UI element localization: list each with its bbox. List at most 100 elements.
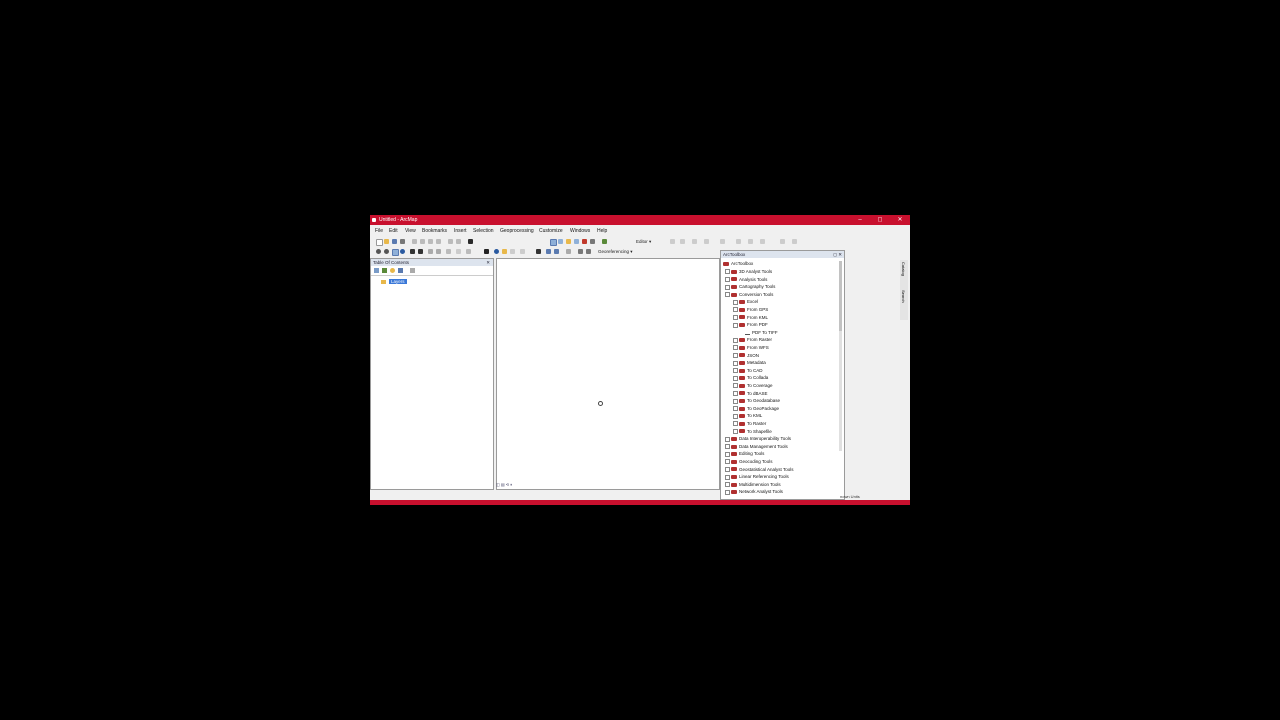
menu-windows[interactable]: Windows: [570, 228, 590, 234]
toolbox-item-toolset[interactable]: From GPS: [733, 306, 768, 313]
menu-file[interactable]: File: [375, 228, 383, 234]
menu-geoprocessing[interactable]: Geoprocessing: [500, 228, 534, 234]
map-navigation-controls[interactable]: ◫ ▤ ⟲ ⏸: [496, 482, 720, 490]
rotate-tool-icon[interactable]: [720, 239, 725, 244]
undo-icon[interactable]: [448, 239, 453, 244]
edit-tool-icon[interactable]: [670, 239, 675, 244]
expand-icon[interactable]: [733, 428, 738, 434]
select-elements-icon[interactable]: [466, 249, 471, 254]
toolbox-item-toolset[interactable]: To Raster: [733, 420, 766, 427]
clear-selection-icon[interactable]: [456, 249, 461, 254]
viewer-window-icon[interactable]: [578, 249, 583, 254]
create-features-icon[interactable]: [760, 239, 765, 244]
toolbox-item-toolbox[interactable]: Network Analyst Tools: [725, 488, 783, 495]
menu-bookmarks[interactable]: Bookmarks: [422, 228, 447, 234]
toc-window-icon[interactable]: [558, 239, 563, 244]
expand-icon[interactable]: [733, 299, 738, 305]
toolbox-item-toolbox[interactable]: Data Interoperability Tools: [725, 435, 791, 442]
menu-help[interactable]: Help: [597, 228, 607, 234]
expand-icon[interactable]: [725, 284, 730, 290]
toolbox-item-toolset[interactable]: To Collada: [733, 374, 768, 381]
title-bar[interactable]: Untitled - ArcMap – ◻ ✕: [370, 215, 910, 225]
paste-icon[interactable]: [428, 239, 433, 244]
toolbox-item-toolset[interactable]: From KML: [733, 314, 768, 321]
full-extent-icon[interactable]: [400, 249, 405, 254]
catalog-window-icon[interactable]: [566, 239, 571, 244]
arctoolbox-controls[interactable]: ◻ ✕: [833, 251, 842, 258]
html-popup-icon[interactable]: [510, 249, 515, 254]
expand-icon[interactable]: [733, 307, 738, 313]
model-builder-icon[interactable]: [602, 239, 607, 244]
toolbox-item-toolset[interactable]: To dBASE: [733, 390, 768, 397]
toolbox-item-tool[interactable]: PDF To TIFF: [741, 329, 778, 336]
toolbox-item-toolbox[interactable]: Data Management Tools: [725, 443, 788, 450]
save-icon[interactable]: [392, 239, 397, 244]
expand-icon[interactable]: [733, 314, 738, 320]
toolbox-item-toolset[interactable]: Excel: [733, 298, 758, 305]
menu-insert[interactable]: Insert: [454, 228, 467, 234]
toolbox-item-toolset[interactable]: To Shapefile: [733, 428, 772, 435]
toolbox-item-toolset[interactable]: To Geodatabase: [733, 397, 780, 404]
menu-customize[interactable]: Customize: [539, 228, 563, 234]
collapse-icon[interactable]: [733, 322, 738, 328]
split-tool-icon[interactable]: [704, 239, 709, 244]
cut-icon[interactable]: [412, 239, 417, 244]
toolbox-item-toolbox[interactable]: Conversion Tools: [725, 291, 773, 298]
expand-icon[interactable]: [733, 375, 738, 381]
expand-icon[interactable]: [733, 352, 738, 358]
redo-icon[interactable]: [456, 239, 461, 244]
georeferencing-menu[interactable]: Georeferencing ▾: [598, 249, 633, 255]
search-window-icon[interactable]: [574, 239, 579, 244]
zoom-out-icon[interactable]: [384, 249, 389, 254]
expand-icon[interactable]: [725, 459, 730, 465]
toc-options-icon[interactable]: [410, 268, 415, 273]
pan-icon[interactable]: [392, 249, 399, 256]
toc-close-button[interactable]: ✕: [486, 259, 490, 266]
expand-icon[interactable]: [733, 337, 738, 343]
close-button[interactable]: ✕: [890, 215, 910, 225]
catalog-tab[interactable]: Catalog: [901, 262, 906, 276]
expand-icon[interactable]: [733, 390, 738, 396]
find-route-icon[interactable]: [546, 249, 551, 254]
list-by-visibility-icon[interactable]: [390, 268, 395, 273]
toolbox-item-toolset[interactable]: From PDF: [733, 321, 768, 328]
list-by-drawing-order-icon[interactable]: [374, 268, 379, 273]
edit-annotation-icon[interactable]: [780, 239, 785, 244]
forward-extent-icon[interactable]: [436, 249, 441, 254]
new-document-icon[interactable]: [376, 239, 383, 246]
toolbox-item-toolset[interactable]: JSON: [733, 352, 759, 359]
toolbar-options-icon[interactable]: [792, 239, 797, 244]
identify-icon[interactable]: [494, 249, 499, 254]
list-by-source-icon[interactable]: [382, 268, 387, 273]
toolbox-item-toolset[interactable]: From Raster: [733, 336, 772, 343]
menu-selection[interactable]: Selection: [473, 228, 494, 234]
minimize-button[interactable]: –: [850, 215, 870, 225]
toolbox-item-toolbox[interactable]: Analysis Tools: [725, 276, 767, 283]
layers-data-frame[interactable]: Layers: [389, 279, 407, 284]
open-icon[interactable]: [384, 239, 389, 244]
toolbox-item-toolset[interactable]: To CAD: [733, 367, 763, 374]
toolbox-root[interactable]: ArcToolbox: [723, 260, 753, 267]
time-slider-icon[interactable]: [566, 249, 571, 254]
expand-icon[interactable]: [733, 421, 738, 427]
expand-icon[interactable]: [725, 451, 730, 457]
expand-icon[interactable]: [725, 482, 730, 488]
find-icon[interactable]: [536, 249, 541, 254]
copy-icon[interactable]: [420, 239, 425, 244]
toolbox-item-toolset[interactable]: To GeoPackage: [733, 405, 779, 412]
measure-icon[interactable]: [520, 249, 525, 254]
expand-icon[interactable]: [725, 474, 730, 480]
expand-icon[interactable]: [733, 368, 738, 374]
toolbox-item-toolbox[interactable]: Geocoding Tools: [725, 458, 772, 465]
expand-icon[interactable]: [733, 345, 738, 351]
toolbox-item-toolbox[interactable]: Geostatistical Analyst Tools: [725, 466, 793, 473]
zoom-in-icon[interactable]: [376, 249, 381, 254]
toolbox-item-toolset[interactable]: To Coverage: [733, 382, 773, 389]
menu-edit[interactable]: Edit: [389, 228, 398, 234]
create-viewer-icon[interactable]: [586, 249, 591, 254]
map-view[interactable]: [496, 258, 720, 490]
hyperlink-icon[interactable]: [502, 249, 507, 254]
fixed-zoom-out-icon[interactable]: [418, 249, 423, 254]
search-tab[interactable]: Search: [901, 290, 906, 303]
expand-icon[interactable]: [733, 383, 738, 389]
